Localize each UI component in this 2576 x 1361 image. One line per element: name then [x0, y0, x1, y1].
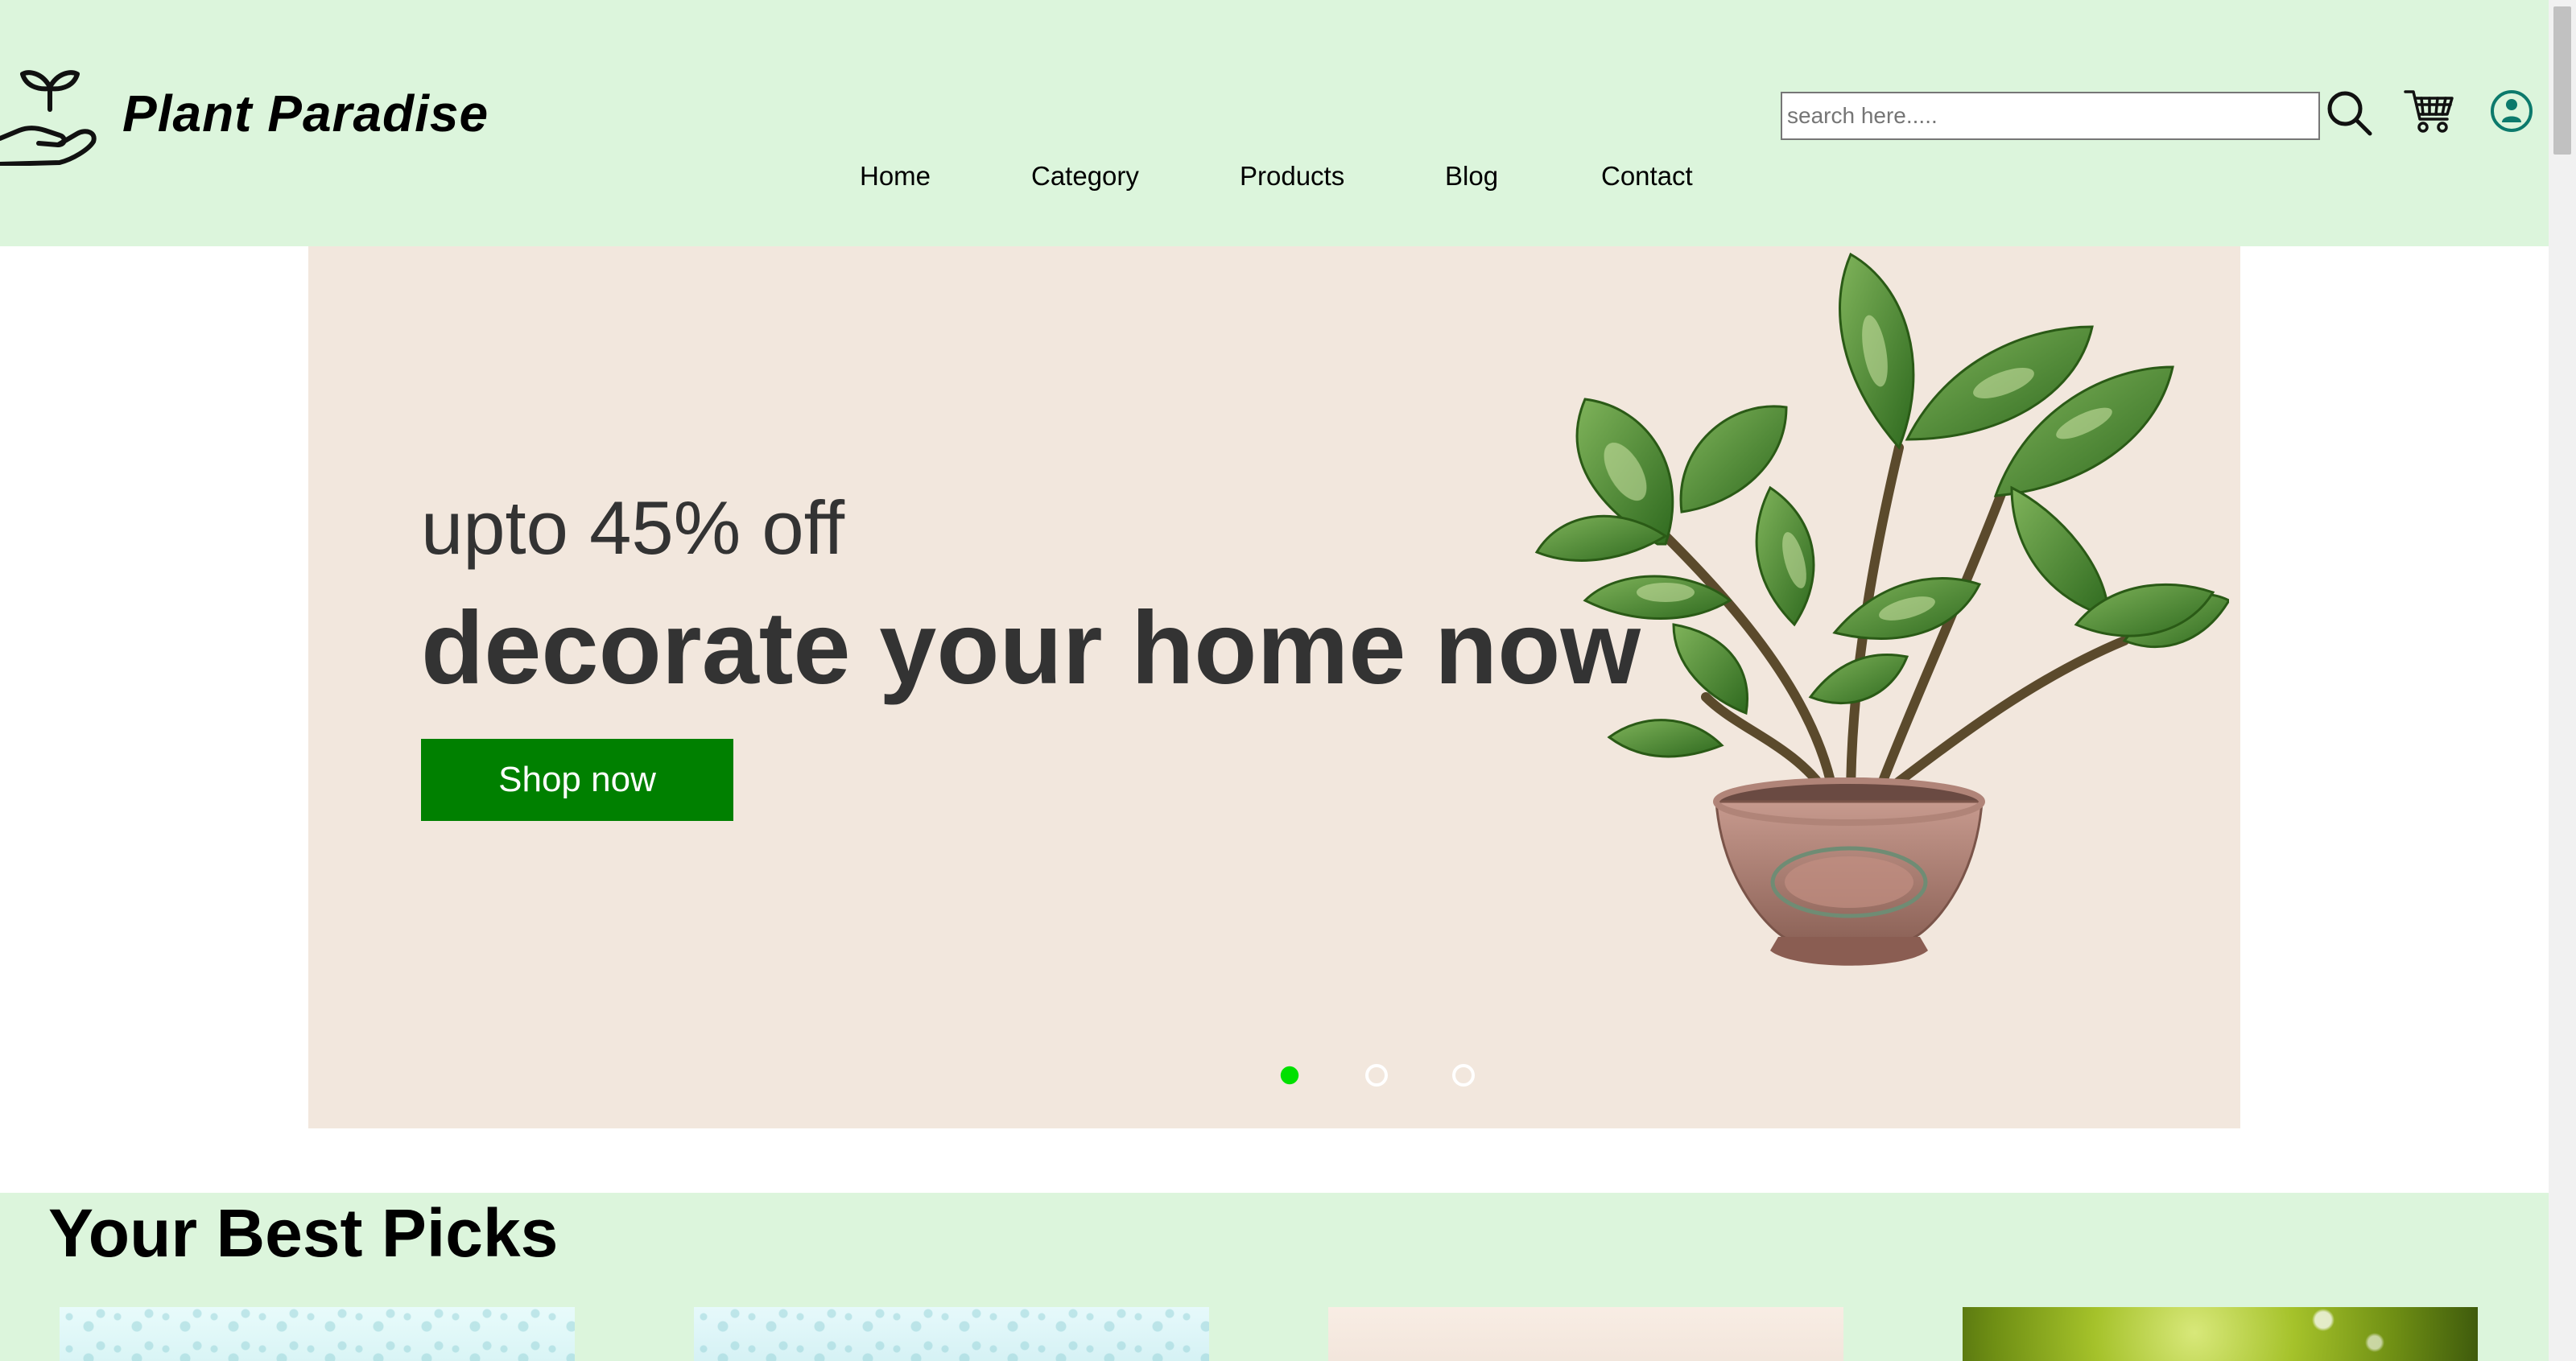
- product-card[interactable]: [60, 1307, 575, 1361]
- search-icon[interactable]: [2325, 89, 2373, 137]
- nav-products[interactable]: Products: [1240, 161, 1344, 192]
- nav-home[interactable]: Home: [860, 161, 931, 192]
- nav-contact[interactable]: Contact: [1601, 161, 1693, 192]
- best-picks-title: Your Best Picks: [48, 1195, 559, 1271]
- best-picks-section: Your Best Picks: [0, 1193, 2549, 1361]
- product-card[interactable]: [1963, 1307, 2478, 1361]
- shop-now-button[interactable]: Shop now: [421, 739, 733, 821]
- brand-name[interactable]: Plant Paradise: [122, 84, 489, 143]
- product-card[interactable]: [694, 1307, 1209, 1361]
- hero-subtitle: upto 45% off: [421, 485, 845, 570]
- potted-plant-image: [1534, 252, 2229, 966]
- hero-banner: upto 45% off decorate your home now Shop…: [308, 246, 2240, 1128]
- page-scrollbar[interactable]: [2549, 0, 2576, 1361]
- scrollbar-thumb[interactable]: [2553, 6, 2571, 155]
- user-icon[interactable]: [2489, 87, 2534, 135]
- nav-category[interactable]: Category: [1031, 161, 1139, 192]
- carousel-dot-1[interactable]: [1280, 1066, 1299, 1085]
- product-card[interactable]: [1328, 1307, 1843, 1361]
- carousel-dot-2[interactable]: [1365, 1064, 1388, 1087]
- site-header: Plant Paradise Home Category Products Bl…: [0, 0, 2549, 246]
- nav-blog[interactable]: Blog: [1445, 161, 1498, 192]
- cart-icon[interactable]: [2404, 87, 2455, 138]
- hand-sprout-logo-icon[interactable]: [0, 64, 98, 166]
- hero-title: decorate your home now: [421, 591, 1641, 706]
- carousel-dot-3[interactable]: [1452, 1064, 1475, 1087]
- search-input[interactable]: [1781, 92, 2320, 140]
